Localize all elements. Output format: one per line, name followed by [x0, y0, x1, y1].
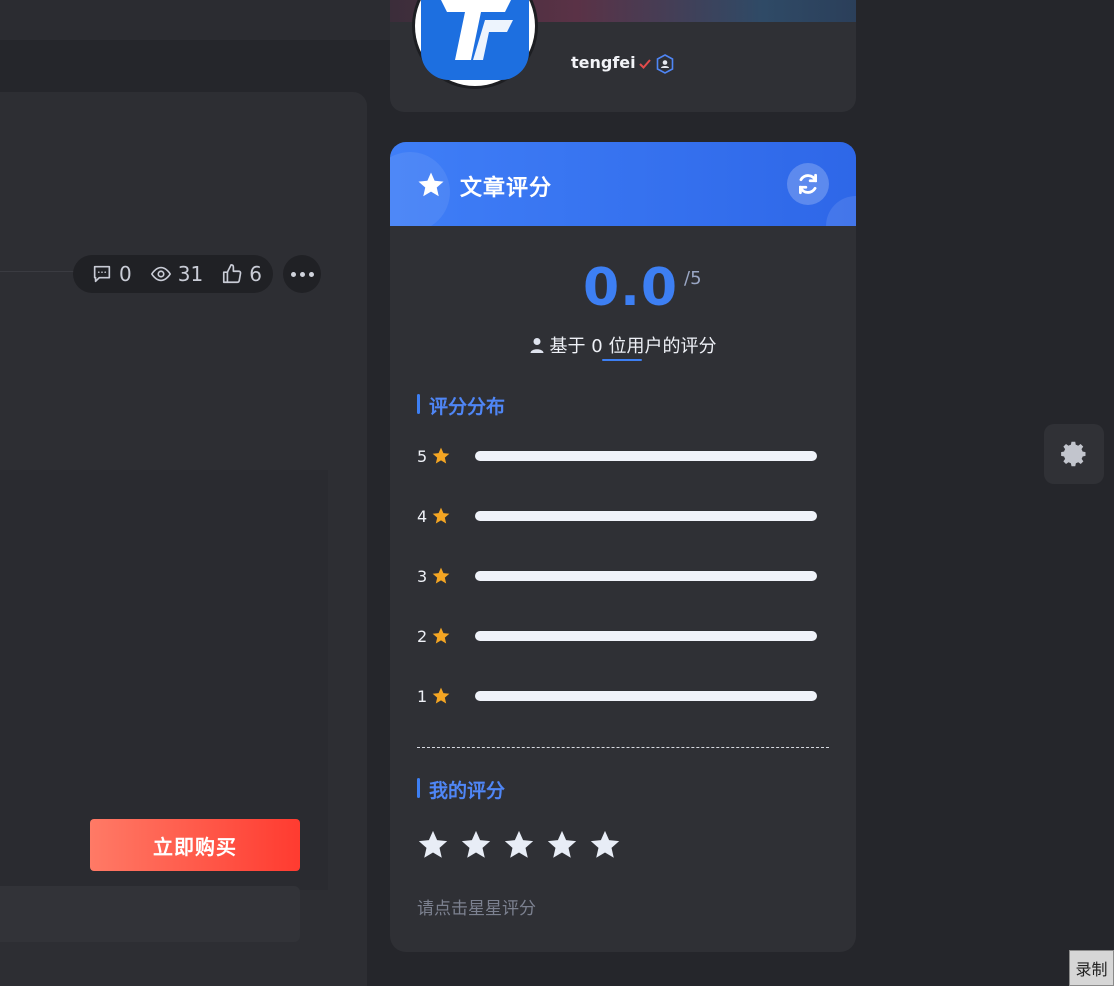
star-icon [432, 567, 450, 584]
article-divider [0, 271, 80, 272]
rate-1-star-icon[interactable] [416, 828, 450, 862]
rate-3-star-icon[interactable] [502, 828, 536, 862]
article-stats: 0 31 6 [73, 255, 273, 293]
settings-button[interactable] [1044, 424, 1104, 484]
star-icon [418, 172, 444, 197]
star-icon [432, 687, 450, 704]
distribution-star-count: 4 [417, 506, 428, 526]
rate-4-star-icon[interactable] [545, 828, 579, 862]
buy-now-button[interactable]: 立即购买 [90, 819, 300, 871]
comment-count: 0 [119, 262, 132, 286]
distribution-row: 5 [417, 444, 837, 468]
rating-title: 文章评分 [460, 176, 553, 201]
distribution-bar [475, 631, 817, 641]
distribution-row: 2 [417, 624, 837, 648]
like-count: 6 [249, 262, 262, 286]
more-options-button[interactable] [283, 255, 321, 293]
rating-basis: 基于 0 位用户的评分 [390, 332, 856, 358]
star-icon [432, 447, 450, 464]
star-icon [432, 507, 450, 524]
view-stat: 31 [150, 262, 203, 286]
section-divider [417, 747, 829, 748]
star-icon [432, 627, 450, 644]
thumbs-up-icon [223, 264, 242, 284]
rate-5-star-icon[interactable] [588, 828, 622, 862]
rate-2-star-icon[interactable] [459, 828, 493, 862]
distribution-star-count: 3 [417, 566, 428, 586]
article-footer-box [0, 886, 300, 942]
logo-icon [441, 0, 513, 60]
rating-hint: 请点击星星评分 [417, 899, 536, 919]
distribution-title: 评分分布 [417, 392, 505, 419]
distribution-bar [475, 691, 817, 701]
distribution-star-count: 2 [417, 626, 428, 646]
author-card: tengfei [390, 0, 856, 112]
avatar-logo [421, 0, 529, 80]
distribution-row: 4 [417, 504, 837, 528]
my-rating-stars [416, 828, 622, 862]
avatar[interactable] [415, 0, 535, 86]
my-rating-title: 我的评分 [417, 776, 505, 803]
user-badge-icon [656, 54, 674, 74]
eye-icon [150, 266, 171, 282]
like-stat[interactable]: 6 [221, 262, 262, 286]
comment-icon [93, 265, 111, 283]
distribution-row: 3 [417, 564, 837, 588]
gear-icon [1061, 441, 1086, 467]
distribution-star-count: 1 [417, 686, 428, 706]
average-score: 0.0 [583, 258, 679, 318]
view-count: 31 [177, 262, 204, 286]
distribution-bar [475, 451, 817, 461]
distribution-bar [475, 511, 817, 521]
refresh-icon [799, 173, 817, 195]
comment-stat[interactable]: 0 [91, 262, 132, 286]
rating-basis-text: 基于 0 位用户的评分 [549, 336, 717, 357]
distribution-bar [475, 571, 817, 581]
distribution-row: 1 [417, 684, 837, 708]
top-bar [0, 0, 390, 40]
score-max: /5 [684, 268, 702, 289]
distribution-star-count: 5 [417, 446, 428, 466]
basis-underline [602, 359, 642, 361]
user-icon [530, 338, 544, 353]
refresh-button[interactable] [787, 163, 829, 205]
record-button[interactable]: 录制 [1069, 950, 1114, 986]
article-rating-card: 文章评分 0.0 /5 基于 0 位用户的评分 评分分布 5 4 3 2 1 我… [390, 142, 856, 952]
verified-icon [639, 59, 651, 69]
rating-header: 文章评分 [390, 142, 856, 226]
more-icon [290, 271, 296, 277]
author-name[interactable]: tengfei [571, 53, 636, 72]
